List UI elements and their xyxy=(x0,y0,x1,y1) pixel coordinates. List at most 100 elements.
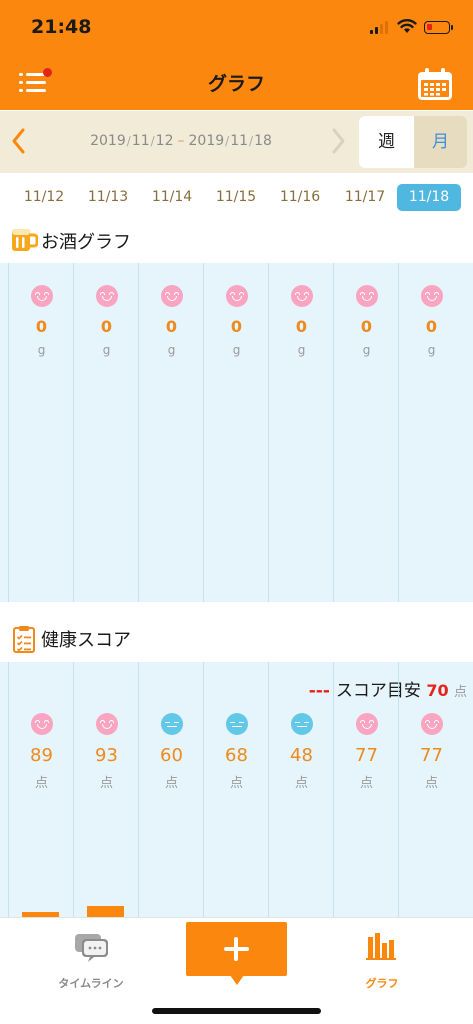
smile-face-icon xyxy=(31,285,53,307)
alcohol-chart: 0g0g0g0g0g0g0g xyxy=(0,263,473,602)
score-value: 77 xyxy=(355,745,378,766)
alcohol-value: 0 xyxy=(35,317,48,336)
home-indicator xyxy=(152,1008,321,1014)
alcohol-day-column[interactable]: 0g xyxy=(8,263,73,602)
range-separator: / xyxy=(225,134,230,148)
clipboard-icon xyxy=(13,626,35,653)
neutral-face-icon xyxy=(161,713,183,735)
score-day-column[interactable]: 60 点 xyxy=(138,662,203,917)
day-button[interactable]: 11/14 xyxy=(140,184,204,211)
day-selector: 11/12 11/13 11/14 11/15 11/16 11/17 11/1… xyxy=(0,173,473,221)
alcohol-day-column[interactable]: 0g xyxy=(138,263,203,602)
range-end-day: 18 xyxy=(254,133,272,149)
range-separator: / xyxy=(249,134,254,148)
health-score-chart: --- スコア目安 70 点 89 点 93 点 60 点 68 点 48 点 77 点 77 点 xyxy=(0,662,473,917)
day-button[interactable]: 11/16 xyxy=(268,184,332,211)
score-value: 48 xyxy=(290,745,313,766)
alcohol-unit: g xyxy=(362,343,371,357)
smile-face-icon xyxy=(291,285,313,307)
score-unit: 点 xyxy=(34,776,48,791)
score-value: 93 xyxy=(95,745,118,766)
score-unit: 点 xyxy=(229,776,243,791)
range-dash: – xyxy=(177,133,185,149)
tab-graph[interactable]: グラフ xyxy=(350,931,414,990)
range-end-month: 11 xyxy=(230,133,249,149)
score-value: 89 xyxy=(30,745,53,766)
alcohol-unit: g xyxy=(297,343,306,357)
alcohol-day-column[interactable]: 0g xyxy=(203,263,268,602)
alcohol-section-header: お酒グラフ xyxy=(0,221,473,265)
smile-face-icon xyxy=(96,713,118,735)
range-start-day: 12 xyxy=(155,133,174,149)
bottom-tab-bar: タイムライン グラフ xyxy=(0,917,473,1024)
range-separator: / xyxy=(126,134,131,148)
range-start-month: 11 xyxy=(131,133,150,149)
range-start-year: 2019 xyxy=(90,133,126,149)
alcohol-day-column[interactable]: 0g xyxy=(333,263,398,602)
tab-month[interactable]: 月 xyxy=(414,116,467,168)
add-record-button[interactable] xyxy=(186,922,287,985)
score-value: 68 xyxy=(225,745,248,766)
score-unit: 点 xyxy=(99,776,113,791)
tab-week[interactable]: 週 xyxy=(359,116,414,168)
score-bar xyxy=(87,905,124,917)
smile-face-icon xyxy=(421,713,443,735)
page-title: グラフ xyxy=(207,73,265,95)
alcohol-value: 0 xyxy=(100,317,113,336)
alcohol-value: 0 xyxy=(360,317,373,336)
smile-face-icon xyxy=(96,285,118,307)
health-section-header: 健康スコア xyxy=(0,619,473,663)
cellular-signal-icon xyxy=(370,21,390,34)
alcohol-unit: g xyxy=(37,343,46,357)
smile-face-icon xyxy=(356,713,378,735)
neutral-face-icon xyxy=(291,713,313,735)
alcohol-unit: g xyxy=(167,343,176,357)
day-button[interactable]: 11/12 xyxy=(12,184,76,211)
tab-timeline[interactable]: タイムライン xyxy=(55,931,127,990)
range-separator: / xyxy=(150,134,155,148)
range-end-year: 2019 xyxy=(188,133,225,149)
alcohol-value: 0 xyxy=(230,317,243,336)
app-header: 21:48 グラフ xyxy=(0,0,473,110)
chevron-left-icon[interactable] xyxy=(8,126,30,156)
alcohol-day-column[interactable]: 0g xyxy=(268,263,333,602)
day-button[interactable]: 11/15 xyxy=(204,184,268,211)
wifi-icon xyxy=(397,19,417,33)
day-button-selected[interactable]: 11/18 xyxy=(397,184,461,211)
score-unit: 点 xyxy=(294,776,308,791)
neutral-face-icon xyxy=(226,713,248,735)
score-day-column[interactable]: 89 点 xyxy=(8,662,73,917)
alcohol-value: 0 xyxy=(295,317,308,336)
alcohol-unit: g xyxy=(102,343,111,357)
alcohol-value: 0 xyxy=(165,317,178,336)
battery-icon xyxy=(424,21,453,34)
tab-graph-label: グラフ xyxy=(365,977,399,990)
smile-face-icon xyxy=(356,285,378,307)
alcohol-unit: g xyxy=(427,343,436,357)
plus-icon xyxy=(234,937,238,961)
score-day-column[interactable]: 77 点 xyxy=(333,662,398,917)
alcohol-day-column[interactable]: 0g xyxy=(73,263,138,602)
date-range-label: 2019/11/12–2019/11/18 xyxy=(40,133,322,149)
score-day-column[interactable]: 93 点 xyxy=(73,662,138,917)
day-button[interactable]: 11/13 xyxy=(76,184,140,211)
alcohol-section-title: お酒グラフ xyxy=(41,232,131,253)
score-value: 60 xyxy=(160,745,183,766)
smile-face-icon xyxy=(161,285,183,307)
score-value: 77 xyxy=(420,745,443,766)
score-day-column[interactable]: 48 点 xyxy=(268,662,333,917)
status-time: 21:48 xyxy=(31,16,92,38)
smile-face-icon xyxy=(31,713,53,735)
chevron-right-icon[interactable] xyxy=(327,126,349,156)
smile-face-icon xyxy=(226,285,248,307)
day-button[interactable]: 11/17 xyxy=(333,184,397,211)
alcohol-day-column[interactable]: 0g xyxy=(398,263,463,602)
beer-mug-icon xyxy=(12,229,38,251)
alcohol-unit: g xyxy=(232,343,241,357)
score-unit: 点 xyxy=(164,776,178,791)
calendar-icon[interactable] xyxy=(416,68,454,102)
alcohol-value: 0 xyxy=(425,317,438,336)
score-day-column[interactable]: 68 点 xyxy=(203,662,268,917)
tab-timeline-label: タイムライン xyxy=(58,977,124,990)
score-day-column[interactable]: 77 点 xyxy=(398,662,463,917)
